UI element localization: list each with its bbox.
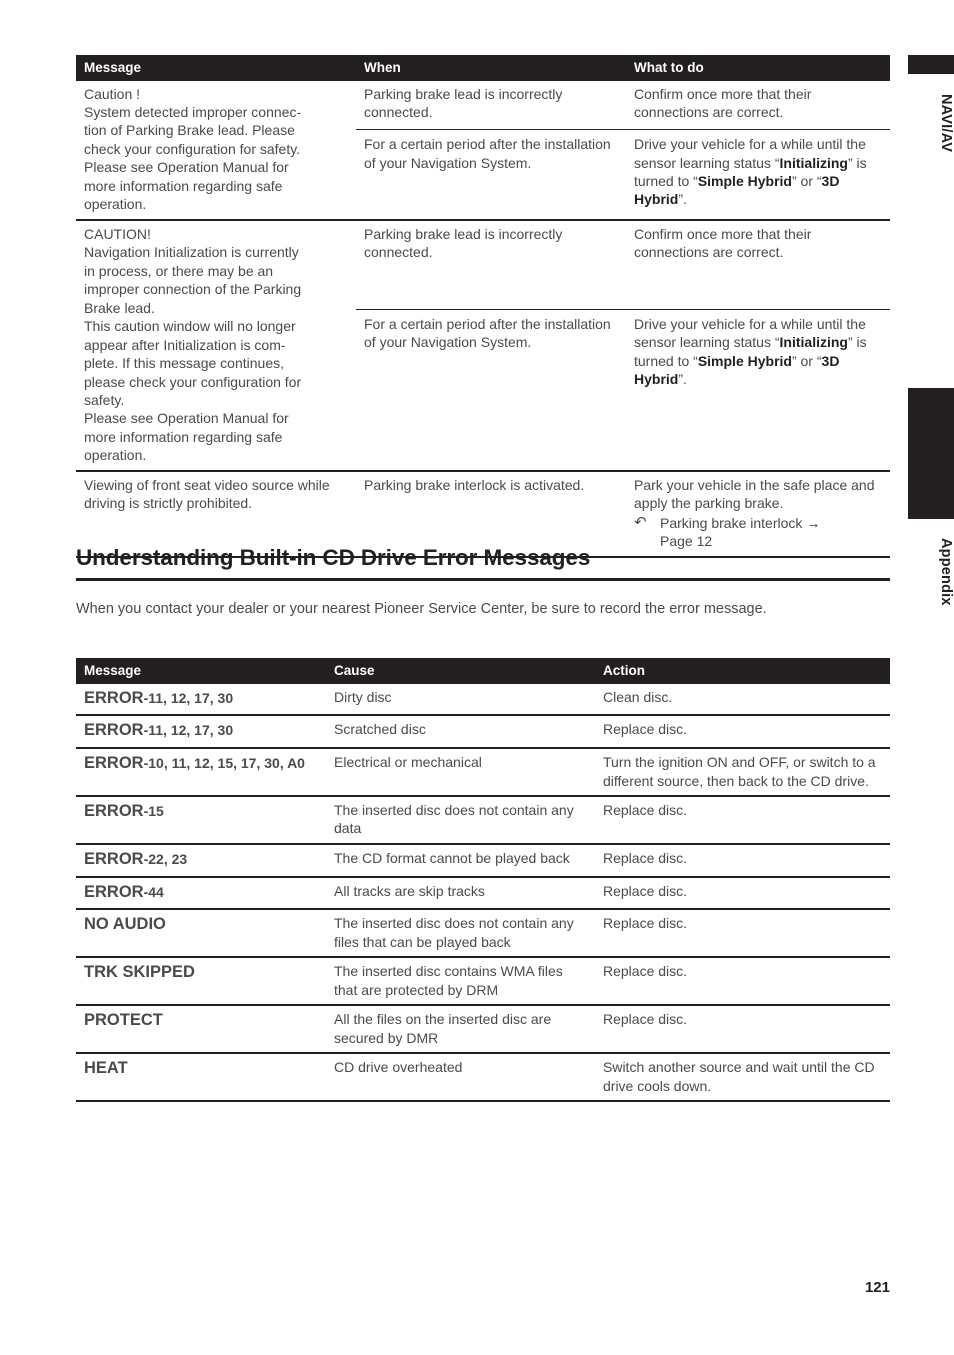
- cell-action: Replace disc.: [595, 875, 890, 910]
- table-bottom-rule: [326, 1100, 595, 1104]
- side-tab-appendix: Appendix: [938, 538, 954, 606]
- table-row: Viewing of front seat video source while…: [76, 469, 890, 557]
- column-header-when: When: [356, 55, 626, 81]
- table-row: ERROR-22, 23 The CD format cannot be play…: [76, 842, 890, 877]
- table-bottom-rule-row: [76, 1100, 890, 1104]
- table-row: ERROR-44 All tracks are skip tracks Replac…: [76, 875, 890, 910]
- cell-message: Viewing of front seat video source while…: [76, 469, 356, 557]
- cell-cause: Scratched disc: [326, 714, 595, 749]
- cell-what-to-do: Confirm once more that their connections…: [634, 85, 812, 120]
- error-code-numbers: -15: [143, 802, 164, 819]
- error-code-keyword: ERROR: [84, 688, 144, 707]
- cell-error-code: ERROR-10, 11, 12, 15, 17, 30, A0: [76, 747, 326, 796]
- column-header-message: Message: [76, 55, 356, 81]
- cell-message: CAUTION! Navigation Initialization is cu…: [76, 218, 356, 471]
- cell-error-code: ERROR-44: [76, 875, 326, 910]
- cell-error-code: ERROR-22, 23: [76, 842, 326, 877]
- table-row: PROTECT All the files on the inserted dis…: [76, 1004, 890, 1054]
- error-code-numbers: -22, 23: [143, 850, 188, 867]
- cell-action: Turn the ignition ON and OFF, or switch …: [595, 747, 890, 796]
- cell-cause: The inserted disc does not contain any f…: [326, 908, 595, 958]
- error-code-keyword: ERROR: [84, 754, 144, 773]
- cell-action: Replace disc.: [595, 794, 890, 844]
- page-number: 121: [864, 1279, 890, 1296]
- cell-error-code: ERROR-11, 12, 17, 30: [76, 714, 326, 749]
- error-code-numbers: -11, 12, 17, 30: [143, 689, 234, 706]
- cell-action: Switch another source and wait until the…: [595, 1052, 890, 1102]
- table-row: ERROR-11, 12, 17, 30 Dirty disc Clean disc…: [76, 684, 890, 716]
- cell-when: Parking brake lead is incorrectly connec…: [364, 85, 563, 120]
- cell-cause: All tracks are skip tracks: [326, 875, 595, 910]
- cell-action: Replace disc.: [595, 1004, 890, 1054]
- table-bottom-rule: [76, 1100, 326, 1104]
- table-row: Caution ! System detected improper conne…: [76, 81, 890, 213]
- cell-when: Parking brake interlock is activated.: [356, 469, 626, 557]
- cell-what-to-do: Confirm once more that their connections…: [626, 218, 890, 310]
- error-code-keyword: TRK SKIPPED: [84, 963, 195, 982]
- error-code-numbers: -10, 11, 12, 15, 17, 30, A0: [143, 755, 305, 772]
- manual-page: NAVI/AV Appendix Message When What to do…: [0, 0, 954, 1355]
- column-header-action: Action: [595, 658, 890, 684]
- table-row: HEAT CD drive overheated Switch another so…: [76, 1052, 890, 1102]
- cell-error-code: ERROR-11, 12, 17, 30: [76, 684, 326, 716]
- error-code-keyword: ERROR: [84, 721, 144, 740]
- messages-table: Message When What to do Caution ! System…: [76, 55, 890, 559]
- cell-error-code: PROTECT: [76, 1004, 326, 1054]
- cd-error-table: Message Cause Action ERROR-11, 12, 17, 3…: [76, 658, 890, 1104]
- side-tab-navi-av: NAVI/AV: [938, 93, 954, 153]
- cell-cause: CD drive overheated: [326, 1052, 595, 1102]
- cell-error-code: HEAT: [76, 1052, 326, 1102]
- cell-when: For a certain period after the installat…: [356, 308, 626, 471]
- error-code-keyword: HEAT: [84, 1059, 128, 1078]
- column-header-cause: Cause: [326, 658, 595, 684]
- error-code-keyword: ERROR: [84, 801, 144, 820]
- table-row: ERROR-11, 12, 17, 30 Scratched disc Replac…: [76, 714, 890, 749]
- error-code-keyword: PROTECT: [84, 1011, 163, 1030]
- cell-what-to-do: Drive your vehicle for a while until the…: [626, 129, 890, 220]
- intro-paragraph: When you contact your dealer or your nea…: [76, 601, 767, 617]
- tab-block-navi-av: [908, 55, 954, 74]
- cell-error-code: TRK SKIPPED: [76, 956, 326, 1006]
- table-row: ERROR-10, 11, 12, 15, 17, 30, A0 Electric…: [76, 747, 890, 796]
- page-title: Understanding Built-in CD Drive Error Me…: [76, 545, 591, 570]
- table-header-row: Message Cause Action: [76, 658, 890, 684]
- heading-divider: [76, 578, 890, 581]
- cell-what-to-do: Park your vehicle in the safe place and …: [626, 469, 890, 557]
- cell-action: Replace disc.: [595, 908, 890, 958]
- error-code-numbers: -11, 12, 17, 30: [143, 722, 234, 739]
- cell-cause: Electrical or mechanical: [326, 747, 595, 796]
- table-row: ERROR-15 The inserted disc does not conta…: [76, 794, 890, 844]
- cell-message: Caution ! System detected improper conne…: [84, 85, 302, 213]
- table-row: CAUTION! Navigation Initialization is cu…: [76, 218, 890, 471]
- reference-curve-icon: ↷: [634, 513, 647, 531]
- error-code-keyword: ERROR: [84, 849, 144, 868]
- cell-action: Clean disc.: [603, 688, 673, 705]
- cell-error-code: NO AUDIO: [76, 908, 326, 958]
- cell-cause: The inserted disc does not contain any d…: [326, 794, 595, 844]
- table-bottom-rule: [595, 1100, 890, 1104]
- right-arrow-icon: →: [806, 514, 821, 531]
- error-code-keyword: NO AUDIO: [84, 915, 166, 934]
- table-row: TRK SKIPPED The inserted disc contains WM…: [76, 956, 890, 1006]
- cell-action: Replace disc.: [595, 842, 890, 877]
- error-code-keyword: ERROR: [84, 882, 144, 901]
- cell-error-code: ERROR-15: [76, 794, 326, 844]
- cell-cause: The inserted disc contains WMA files tha…: [326, 956, 595, 1006]
- column-header-what-to-do: What to do: [626, 55, 890, 81]
- tab-block-appendix: [908, 388, 954, 519]
- table-row: NO AUDIO The inserted disc does not conta…: [76, 908, 890, 958]
- cell-cause: All the files on the inserted disc are s…: [326, 1004, 595, 1054]
- column-header-message: Message: [76, 658, 326, 684]
- table-header-row: Message When What to do: [76, 55, 890, 81]
- cell-action: Replace disc.: [595, 956, 890, 1006]
- cell-when: For a certain period after the installat…: [356, 129, 626, 220]
- cell-action: Replace disc.: [595, 714, 890, 749]
- error-code-numbers: -44: [143, 883, 164, 900]
- cell-when: Parking brake lead is incorrectly connec…: [356, 218, 626, 310]
- cell-cause: Dirty disc: [334, 688, 392, 705]
- cell-cause: The CD format cannot be played back: [326, 842, 595, 877]
- side-tab-strip: NAVI/AV Appendix: [890, 0, 954, 1355]
- cell-what-to-do: Drive your vehicle for a while until the…: [626, 308, 890, 471]
